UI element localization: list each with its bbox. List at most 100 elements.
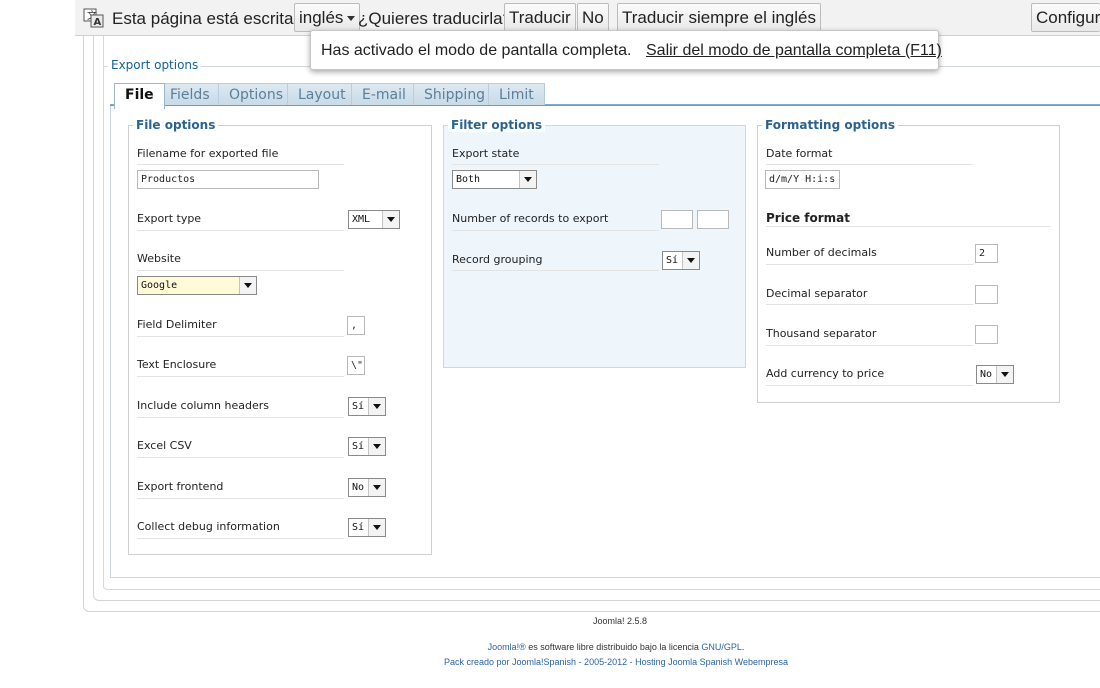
language-select[interactable]: inglés bbox=[294, 3, 361, 32]
export-state-rule bbox=[452, 164, 659, 165]
text-enclosure-rule bbox=[137, 376, 344, 377]
export-state-value: Both bbox=[456, 174, 481, 185]
thousand-separator-rule bbox=[766, 345, 973, 346]
chevron-down-icon bbox=[996, 366, 1013, 383]
currency-value: No bbox=[980, 369, 993, 380]
thousand-separator-input[interactable] bbox=[975, 325, 998, 344]
record-grouping-label: Record grouping bbox=[452, 253, 543, 266]
export-state-label: Export state bbox=[452, 147, 520, 160]
record-grouping-value: Sí bbox=[666, 255, 679, 266]
tab-limit[interactable]: Limit bbox=[488, 83, 545, 105]
chevron-down-icon bbox=[239, 277, 256, 294]
file-options-legend: File options bbox=[133, 118, 219, 132]
configure-button[interactable]: Configura bbox=[1031, 3, 1100, 32]
formatting-options-legend: Formatting options bbox=[762, 118, 898, 132]
footer-pack: Pack creado por Joomla!Spanish - 2005-20… bbox=[0, 657, 1100, 667]
website-label: Website bbox=[137, 252, 181, 265]
webempresa-link[interactable]: Hosting Joomla Spanish Webempresa bbox=[635, 657, 788, 667]
date-format-input[interactable]: d/m/Y H:i:s bbox=[765, 170, 840, 189]
license-text: es software libre distribuido bajo la li… bbox=[525, 642, 702, 652]
no-button[interactable]: No bbox=[577, 3, 609, 32]
website-value: Google bbox=[141, 280, 178, 291]
chevron-down-icon bbox=[519, 171, 536, 188]
export-type-value: XML bbox=[352, 214, 371, 225]
export-type-select[interactable]: XML bbox=[348, 210, 400, 229]
tab-file[interactable]: File bbox=[114, 83, 165, 109]
date-format-rule bbox=[766, 164, 973, 165]
text-enclosure-input[interactable]: \" bbox=[347, 356, 365, 375]
currency-label: Add currency to price bbox=[766, 367, 885, 380]
chevron-down-icon bbox=[382, 211, 399, 228]
records-rule bbox=[452, 230, 659, 231]
filename-label: Filename for exported file bbox=[137, 147, 279, 160]
chevron-down-icon bbox=[682, 252, 699, 269]
include-headers-rule bbox=[137, 417, 344, 418]
chevron-down-icon bbox=[368, 479, 385, 496]
export-frontend-rule bbox=[137, 498, 344, 499]
gpl-link[interactable]: GNU/GPL bbox=[701, 642, 742, 652]
include-headers-select[interactable]: Sí bbox=[348, 397, 386, 416]
tab-email[interactable]: E-mail bbox=[351, 83, 417, 105]
decimal-separator-label: Decimal separator bbox=[766, 287, 868, 300]
chevron-down-icon bbox=[368, 398, 385, 415]
tab-options[interactable]: Options bbox=[218, 83, 295, 105]
include-headers-value: Sí bbox=[352, 401, 365, 412]
tab-shipping[interactable]: Shipping bbox=[413, 83, 497, 105]
records-start-input[interactable] bbox=[661, 210, 693, 229]
tab-fields[interactable]: Fields bbox=[159, 83, 221, 105]
record-grouping-rule bbox=[452, 270, 659, 271]
currency-rule bbox=[766, 385, 973, 386]
excel-csv-select[interactable]: Sí bbox=[348, 437, 386, 456]
decimal-separator-rule bbox=[766, 304, 973, 305]
record-grouping-select[interactable]: Sí bbox=[662, 251, 700, 270]
export-frontend-value: No bbox=[352, 482, 365, 493]
debug-value: Sí bbox=[352, 522, 365, 533]
export-frontend-select[interactable]: No bbox=[348, 478, 386, 497]
export-options-legend: Export options bbox=[108, 58, 202, 72]
tab-layout[interactable]: Layout bbox=[287, 83, 357, 105]
currency-select[interactable]: No bbox=[976, 365, 1014, 384]
translate-icon: 文 A bbox=[83, 8, 105, 28]
license-end: . bbox=[741, 642, 745, 652]
translate-prefix: Esta página está escrita en bbox=[112, 9, 318, 28]
records-end-input[interactable] bbox=[697, 210, 729, 229]
field-delimiter-input[interactable]: , bbox=[347, 316, 365, 335]
decimals-rule bbox=[766, 264, 973, 265]
filename-label-rule bbox=[137, 164, 344, 165]
records-label: Number of records to export bbox=[452, 212, 609, 225]
translate-question: ¿Quieres traducirla? bbox=[358, 9, 513, 28]
thousand-separator-label: Thousand separator bbox=[766, 327, 877, 340]
price-format-heading: Price format bbox=[766, 211, 850, 225]
fullscreen-notice: Has activado el modo de pantalla complet… bbox=[310, 30, 942, 70]
export-state-select[interactable]: Both bbox=[452, 170, 537, 189]
decimals-input[interactable]: 2 bbox=[975, 244, 998, 263]
export-type-label: Export type bbox=[137, 212, 202, 225]
debug-select[interactable]: Sí bbox=[348, 518, 386, 537]
joomlaspanish-link[interactable]: Joomla!Spanish bbox=[512, 657, 576, 667]
always-translate-button[interactable]: Traducir siempre el inglés bbox=[617, 3, 821, 32]
exit-fullscreen-link[interactable]: Salir del modo de pantalla completa (F11… bbox=[646, 42, 942, 60]
pack-text: Pack creado por bbox=[443, 657, 513, 667]
filename-input[interactable]: Productos bbox=[137, 170, 319, 189]
website-select[interactable]: Google bbox=[137, 276, 257, 295]
debug-label: Collect debug information bbox=[137, 520, 280, 533]
decimals-label: Number of decimals bbox=[766, 246, 877, 259]
filter-options-legend: Filter options bbox=[448, 118, 546, 132]
footer-version: Joomla! 2.5.8 bbox=[592, 616, 648, 626]
excel-csv-rule bbox=[137, 457, 344, 458]
joomla-link[interactable]: Joomla!® bbox=[488, 642, 526, 652]
footer-license: Joomla!® es software libre distribuido b… bbox=[0, 642, 1100, 652]
chevron-down-icon bbox=[368, 519, 385, 536]
export-frontend-label: Export frontend bbox=[137, 480, 224, 493]
field-delimiter-rule bbox=[137, 336, 344, 337]
decimal-separator-input[interactable] bbox=[975, 285, 998, 304]
excel-csv-label: Excel CSV bbox=[137, 439, 192, 452]
text-enclosure-label: Text Enclosure bbox=[137, 358, 217, 371]
date-format-label: Date format bbox=[766, 147, 833, 160]
translate-button[interactable]: Traducir bbox=[504, 3, 576, 32]
price-format-rule bbox=[766, 226, 1051, 227]
excel-csv-value: Sí bbox=[352, 441, 365, 452]
website-rule bbox=[137, 270, 344, 271]
language-value: inglés bbox=[299, 8, 344, 27]
fullscreen-message: Has activado el modo de pantalla complet… bbox=[321, 42, 632, 59]
